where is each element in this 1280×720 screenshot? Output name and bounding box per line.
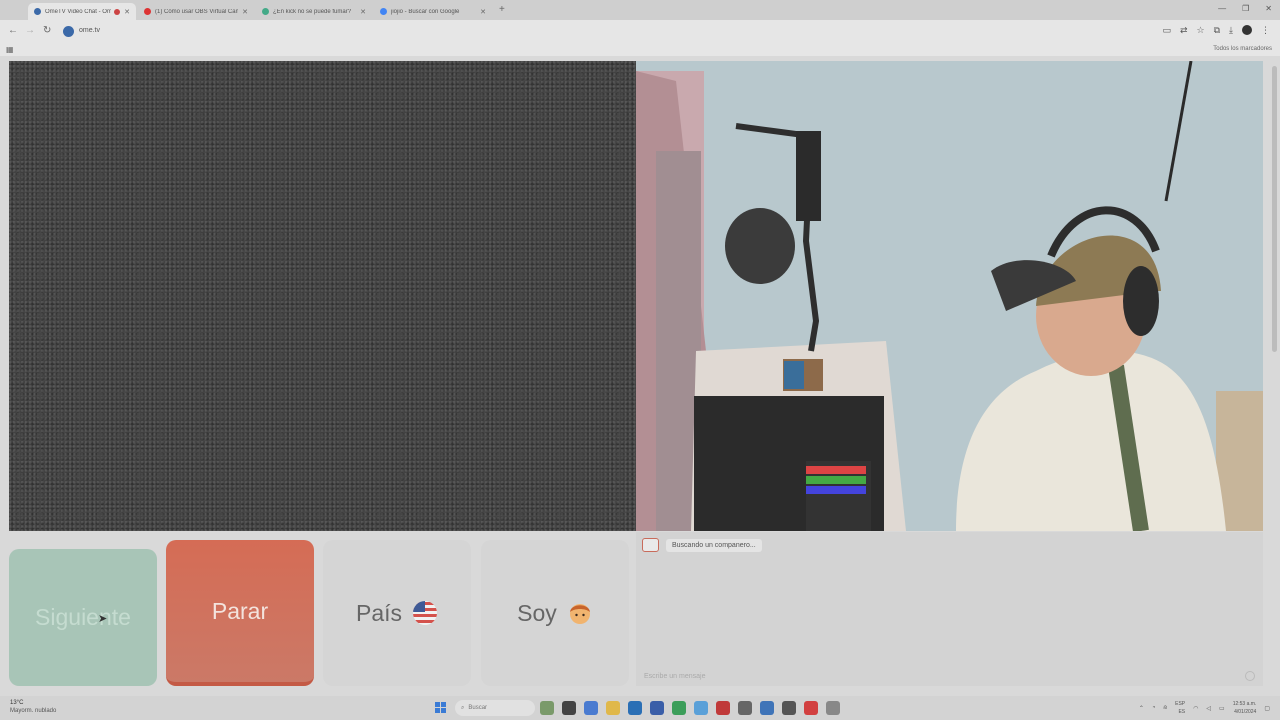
recording-icon (114, 8, 121, 15)
mic-icon[interactable]: ⍝ (1164, 705, 1168, 712)
tab-ometv[interactable]: OmeTV Video Chat - Ome ✕ (28, 3, 136, 20)
notifications-icon[interactable]: ▢ (1264, 705, 1270, 712)
close-tab-icon[interactable]: ✕ (124, 8, 130, 16)
tab-google[interactable]: jiojio - Buscar con Google ✕ (374, 3, 492, 20)
back-icon[interactable]: ← (8, 25, 18, 36)
ometv-favicon-icon (34, 8, 41, 15)
windows-taskbar: 13°C Mayorm. nublado ⌕ Buscar ⌃ ◔ ⍝ ESP … (0, 696, 1280, 720)
windows-start-icon[interactable] (435, 702, 446, 713)
weather-desc: Mayorm. nublado (10, 708, 57, 714)
iam-button-label: Soy (517, 599, 557, 626)
iam-button[interactable]: Soy (481, 540, 629, 686)
bookmarks-bar: ▦ Todos los marcadores (0, 44, 1280, 56)
profile-avatar[interactable] (1242, 25, 1252, 35)
cast-icon[interactable]: ▭ (1162, 25, 1171, 36)
system-tray: ⌃ ◔ ⍝ ESP ES ◠ ◁ ▭ 12:53 a.m. 4/01/2024 … (1139, 700, 1270, 716)
scrollbar-thumb[interactable] (1272, 66, 1277, 352)
media-app-icon[interactable] (716, 701, 730, 715)
weather-widget[interactable]: 13°C Mayorm. nublado (10, 699, 56, 715)
download-icon[interactable]: ⤓ (1229, 25, 1233, 36)
window-close-icon[interactable]: ✕ (1265, 4, 1272, 13)
youtube-favicon-icon (144, 8, 151, 15)
obs-app-icon[interactable] (804, 701, 818, 715)
ometv-page: Siguiente Parar País Soy ➤ Buscando un c… (0, 56, 1280, 696)
file-explorer-icon[interactable] (606, 701, 620, 715)
search-icon: ⌕ (461, 704, 465, 711)
country-button[interactable]: País (323, 540, 471, 686)
window-controls: — ❐ ✕ (1218, 4, 1272, 13)
new-tab-icon[interactable]: + (499, 4, 505, 15)
mail-app-icon[interactable] (650, 701, 664, 715)
taskbar-search[interactable]: ⌕ Buscar (455, 700, 535, 716)
tray-chevron-icon[interactable]: ⌃ (1139, 705, 1144, 712)
next-button-label: Siguiente (35, 604, 131, 630)
next-button[interactable]: Siguiente (9, 549, 157, 686)
translate-icon[interactable]: ⇄ (1180, 25, 1188, 36)
kick-favicon-icon (262, 8, 269, 15)
taskbar-clock[interactable]: 12:53 a.m. 4/01/2024 (1233, 700, 1257, 716)
network-icon[interactable]: ◔ (1152, 705, 1156, 711)
boy-emoji-icon (567, 600, 593, 626)
maximize-icon[interactable]: ❐ (1242, 4, 1249, 13)
chat-app-icon[interactable] (584, 701, 598, 715)
stop-button-label: Parar (211, 597, 269, 624)
close-tab-icon[interactable]: ✕ (360, 8, 366, 16)
reload-icon[interactable]: ↻ (43, 25, 51, 36)
volume-icon[interactable]: ◁ (1206, 705, 1211, 712)
taskbar-search-placeholder: Buscar (468, 705, 488, 711)
tool-app-icon[interactable] (738, 701, 752, 715)
chat-status-message: Buscando un companero... (666, 539, 762, 552)
vscode-app-icon[interactable] (760, 701, 774, 715)
tab-kick[interactable]: ¿En kick no se puede fumar? ✕ (256, 3, 372, 20)
chat-message-input[interactable]: Escribe un mensaje (644, 673, 705, 680)
wifi-icon[interactable]: ◠ (1193, 705, 1198, 712)
task-view-icon[interactable] (562, 701, 576, 715)
google-favicon-icon (380, 8, 387, 15)
stop-button[interactable]: Parar (166, 540, 314, 686)
chrome-app-icon[interactable] (672, 701, 686, 715)
toolbar-icons: ▭ ⇄ ☆ ⧉ ⤓ ⋮ (1162, 25, 1270, 36)
taskbar-apps (540, 701, 840, 715)
site-info-icon[interactable] (63, 26, 74, 37)
remote-video-feed (9, 61, 636, 531)
apps-grid-icon[interactable]: ▦ (6, 45, 14, 54)
notepad-app-icon[interactable] (694, 701, 708, 715)
country-button-label: País (355, 599, 403, 626)
page-scrollbar[interactable] (1270, 56, 1280, 696)
chat-emoji-icon[interactable] (1245, 671, 1255, 681)
widgets-app-icon[interactable] (540, 701, 554, 715)
bookmark-star-icon[interactable]: ☆ (1197, 25, 1205, 36)
webcam-scene-image (636, 61, 1263, 531)
tab-strip: OmeTV Video Chat - Ome ✕ (1) Cómo usar O… (0, 0, 1280, 20)
menu-icon[interactable]: ⋮ (1261, 25, 1270, 36)
minimize-icon[interactable]: — (1218, 4, 1226, 13)
all-bookmarks-link[interactable]: Todos los marcadores (1213, 46, 1272, 52)
us-flag-icon (412, 600, 438, 626)
close-tab-icon[interactable]: ✕ (480, 8, 486, 16)
mouse-cursor-icon: ➤ (98, 613, 108, 625)
battery-icon[interactable]: ▭ (1219, 705, 1225, 712)
local-webcam-feed (636, 61, 1263, 531)
tab-youtube[interactable]: (1) Cómo usar OBS Virtual Cam ✕ (138, 3, 254, 20)
weather-temp: 13°C (10, 700, 24, 706)
close-tab-icon[interactable]: ✕ (242, 8, 248, 16)
store-app-icon[interactable] (628, 701, 642, 715)
forward-icon[interactable]: → (25, 25, 35, 36)
language-indicator[interactable]: ESP ES (1175, 700, 1185, 716)
extensions-icon[interactable]: ⧉ (1214, 25, 1220, 36)
terminal-app-icon[interactable] (782, 701, 796, 715)
ometv-chat-icon (642, 538, 659, 552)
chat-panel: Buscando un companero... Escribe un mens… (636, 532, 1263, 686)
address-bar[interactable]: ome.tv (79, 27, 100, 34)
browser-toolbar: ← → ↻ ome.tv ▭ ⇄ ☆ ⧉ ⤓ ⋮ (0, 20, 1280, 44)
settings-app-icon[interactable] (826, 701, 840, 715)
